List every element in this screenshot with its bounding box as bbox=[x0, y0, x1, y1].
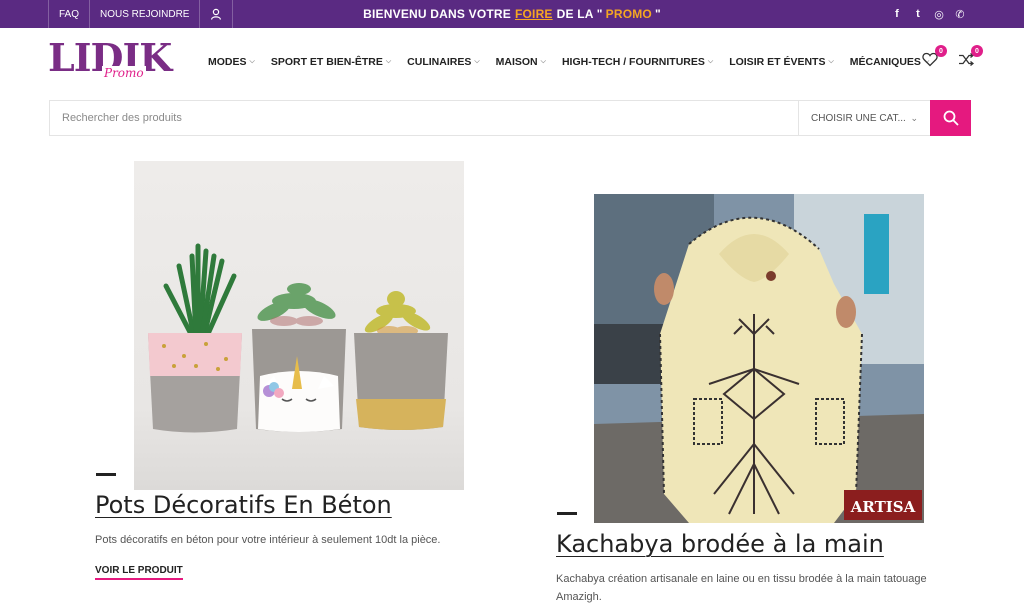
chevron-down-icon: ⌵ bbox=[540, 58, 546, 65]
welcome-text: BIENVENU DANS VOTRE bbox=[363, 7, 511, 21]
nav-item-maison[interactable]: MAISON ⌵ bbox=[496, 56, 546, 68]
search-input[interactable] bbox=[50, 101, 798, 135]
nav-label: MÉCANIQUES bbox=[849, 56, 921, 68]
nav-item-high-tech[interactable]: HIGH-TECH / FOURNITURES ⌵ bbox=[562, 56, 713, 68]
wishlist-count-badge: 0 bbox=[935, 45, 947, 57]
product-title[interactable]: Pots Décoratifs En Béton bbox=[95, 491, 392, 519]
product-description: Kachabya création artisanale en laine ou… bbox=[556, 570, 956, 606]
top-links: FAQ NOUS REJOINDRE bbox=[48, 0, 234, 28]
facebook-icon[interactable]: f bbox=[891, 8, 903, 20]
chevron-down-icon: ⌵ bbox=[707, 58, 714, 65]
product-search: CHOISIR UNE CAT... ⌄ bbox=[49, 100, 971, 136]
twitter-icon[interactable]: t bbox=[912, 8, 924, 20]
whatsapp-icon[interactable]: ✆ bbox=[954, 8, 966, 21]
product-divider bbox=[96, 473, 116, 476]
header: LIDIK Promo MODES ⌵ SPORT ET BIEN-ÊTRE ⌵ C… bbox=[0, 28, 1024, 96]
product-image-kachabya[interactable]: ARTISA bbox=[594, 194, 924, 523]
instagram-icon[interactable]: ◎ bbox=[933, 8, 945, 21]
nav-label: CULINAIRES bbox=[407, 56, 472, 68]
nav-label: HIGH-TECH / FOURNITURES bbox=[561, 56, 705, 68]
description-line: Kachabya création artisanale en laine ou… bbox=[556, 573, 927, 585]
compare-count-badge: 0 bbox=[971, 45, 983, 57]
join-us-link[interactable]: NOUS REJOINDRE bbox=[89, 0, 199, 28]
nav-label: LOISIR ET ÉVENTS bbox=[729, 56, 826, 68]
fair-link[interactable]: FOIRE bbox=[515, 7, 553, 21]
search-button[interactable] bbox=[930, 100, 971, 136]
promo-text: PROMO bbox=[605, 7, 652, 21]
view-product-link[interactable]: VOIR LE PRODUIT bbox=[95, 565, 183, 580]
header-icons: 0 0 bbox=[922, 28, 983, 96]
main-nav: MODES ⌵ SPORT ET BIEN-ÊTRE ⌵ CULINAIRES ⌵ M… bbox=[208, 28, 929, 96]
top-bar: FAQ NOUS REJOINDRE BIENVENU DANS VOTRE F… bbox=[0, 0, 1024, 28]
category-select-label: CHOISIR UNE CAT... bbox=[811, 112, 906, 124]
chevron-down-icon: ⌵ bbox=[828, 58, 834, 65]
welcome-mid: DE LA " bbox=[556, 7, 603, 21]
chevron-down-icon: ⌄ bbox=[910, 112, 918, 123]
wishlist-button[interactable]: 0 bbox=[922, 45, 947, 72]
faq-link[interactable]: FAQ bbox=[48, 0, 89, 28]
nav-label: MAISON bbox=[495, 56, 538, 68]
compare-button[interactable]: 0 bbox=[958, 45, 983, 72]
chevron-down-icon: ⌵ bbox=[385, 58, 392, 65]
product-description: Pots décoratifs en béton pour votre inté… bbox=[95, 534, 441, 546]
chevron-down-icon: ⌵ bbox=[249, 58, 255, 65]
artisa-watermark: ARTISA bbox=[850, 498, 916, 516]
product-title[interactable]: Kachabya brodée à la main bbox=[556, 530, 884, 558]
account-icon[interactable] bbox=[199, 0, 234, 28]
category-select[interactable]: CHOISIR UNE CAT... ⌄ bbox=[798, 101, 930, 135]
nav-label: SPORT ET BIEN-ÊTRE bbox=[270, 56, 383, 68]
social-links: f t ◎ ✆ bbox=[891, 0, 966, 28]
nav-item-loisir[interactable]: LOISIR ET ÉVENTS ⌵ bbox=[729, 56, 834, 68]
nav-item-modes[interactable]: MODES ⌵ bbox=[208, 56, 255, 68]
logo[interactable]: LIDIK Promo bbox=[48, 38, 172, 84]
nav-item-culinaires[interactable]: CULINAIRES ⌵ bbox=[407, 56, 479, 68]
nav-item-sport[interactable]: SPORT ET BIEN-ÊTRE ⌵ bbox=[271, 56, 391, 68]
product-image-concrete-pots[interactable] bbox=[134, 161, 464, 490]
product-divider bbox=[557, 512, 577, 515]
nav-label: MODES bbox=[208, 56, 247, 68]
welcome-end: " bbox=[654, 7, 661, 21]
chevron-down-icon: ⌵ bbox=[474, 58, 480, 65]
logo-subtext: Promo bbox=[102, 66, 146, 80]
nav-item-mecaniques[interactable]: MÉCANIQUES ⌵ bbox=[850, 56, 930, 68]
search-icon bbox=[943, 110, 959, 126]
description-line: Amazigh. bbox=[556, 591, 602, 603]
